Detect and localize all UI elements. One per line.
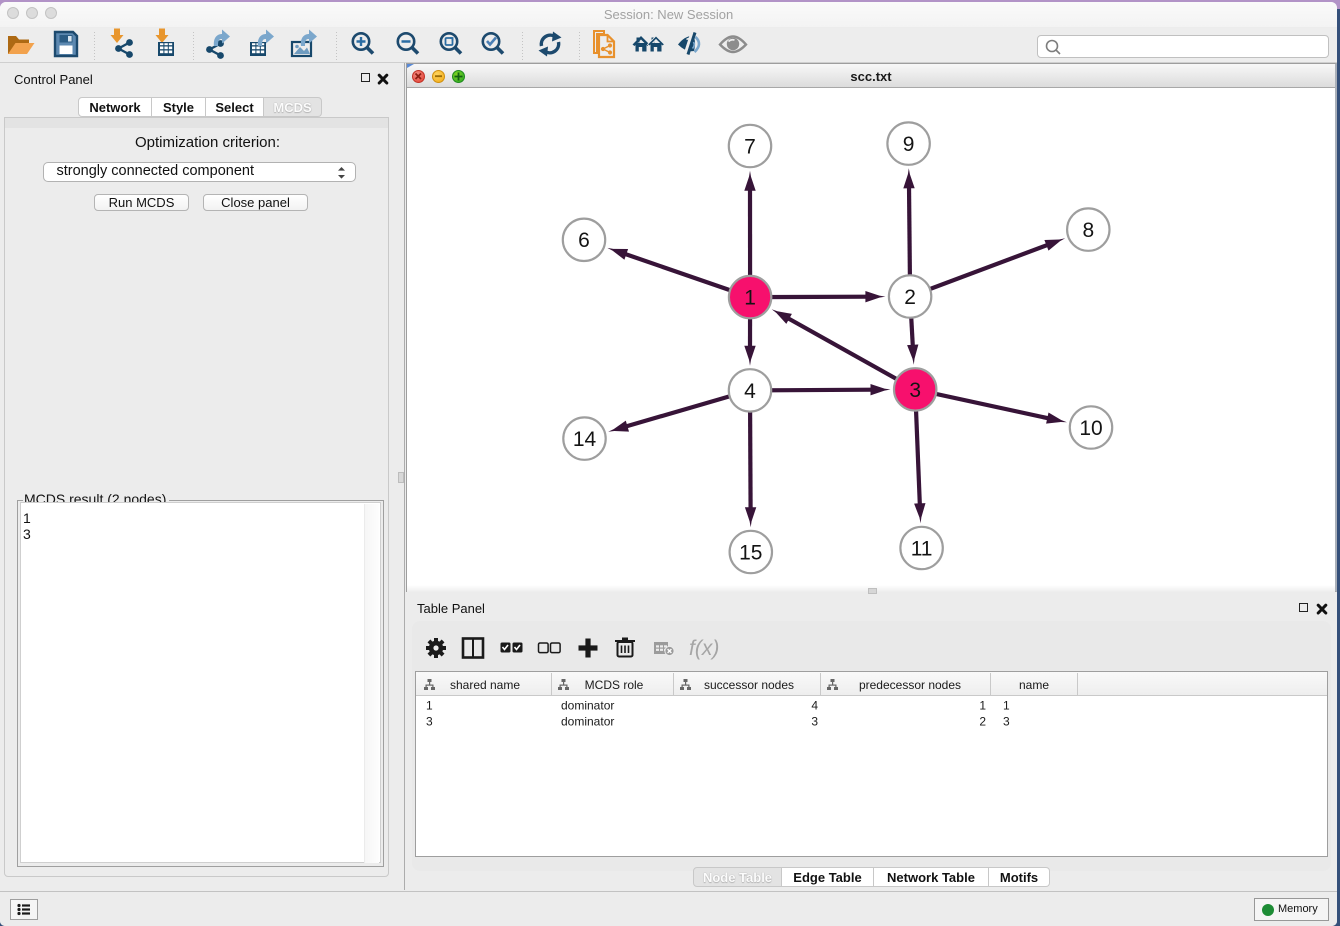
svg-text:3: 3	[1003, 715, 1010, 729]
svg-text:3: 3	[426, 715, 433, 729]
svg-text:1: 1	[979, 699, 986, 713]
svg-text:successor nodes: successor nodes	[704, 678, 794, 692]
svg-text:2: 2	[904, 286, 916, 309]
svg-text:f(x): f(x)	[689, 637, 719, 660]
svg-text:14: 14	[573, 428, 597, 451]
svg-text:15: 15	[739, 541, 762, 564]
svg-text:6: 6	[578, 229, 590, 252]
svg-text:dominator: dominator	[561, 715, 614, 729]
svg-text:7: 7	[744, 135, 756, 158]
svg-text:2: 2	[979, 715, 986, 729]
svg-text:MCDS role: MCDS role	[585, 678, 644, 692]
svg-text:3: 3	[811, 715, 818, 729]
svg-text:11: 11	[911, 537, 933, 560]
svg-text:10: 10	[1079, 417, 1102, 440]
svg-text:shared name: shared name	[450, 678, 520, 692]
svg-text:1: 1	[744, 287, 756, 310]
svg-text:8: 8	[1082, 219, 1094, 242]
svg-text:3: 3	[909, 379, 921, 402]
svg-text:dominator: dominator	[561, 699, 614, 713]
svg-text:4: 4	[744, 380, 756, 403]
svg-text:9: 9	[903, 133, 915, 156]
svg-text:4: 4	[811, 699, 818, 713]
svg-text:predecessor nodes: predecessor nodes	[859, 678, 961, 692]
svg-text:name: name	[1019, 678, 1049, 692]
svg-text:1: 1	[1003, 699, 1010, 713]
svg-text:1: 1	[426, 699, 433, 713]
